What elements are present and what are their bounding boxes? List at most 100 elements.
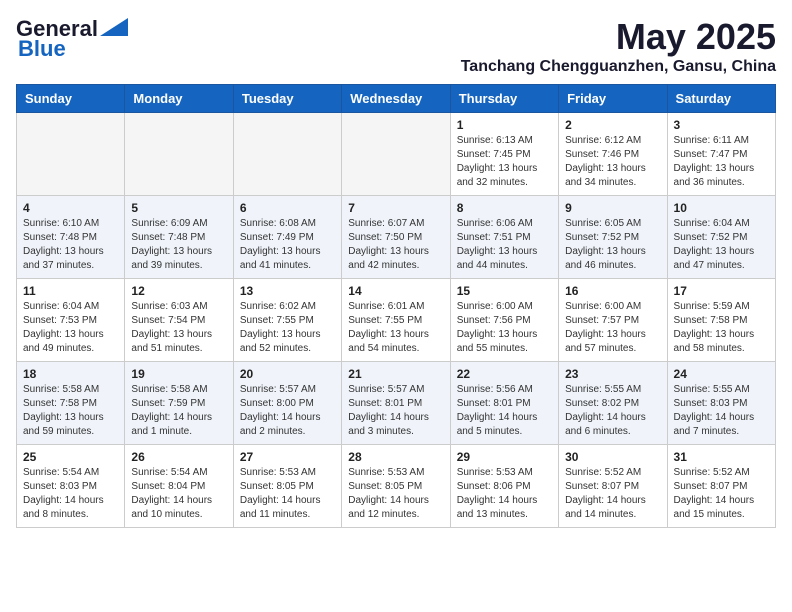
calendar-cell: 26 Sunrise: 5:54 AM Sunset: 8:04 PM Dayli… <box>125 445 233 528</box>
day-number: 21 <box>348 367 443 381</box>
day-info: Sunrise: 5:53 AM Sunset: 8:05 PM Dayligh… <box>240 466 335 522</box>
day-number: 5 <box>131 201 226 215</box>
day-info: Sunrise: 6:07 AM Sunset: 7:50 PM Dayligh… <box>348 217 443 273</box>
calendar-cell: 9Sunrise: 6:05 AM Sunset: 7:52 PM Daylig… <box>559 196 667 279</box>
day-info: Sunrise: 6:04 AM Sunset: 7:52 PM Dayligh… <box>674 217 769 273</box>
day-number: 16 <box>565 284 660 298</box>
day-number: 19 <box>131 367 226 381</box>
day-number: 7 <box>348 201 443 215</box>
header: General Blue May 2025 Tanchang Chengguan… <box>16 16 776 76</box>
calendar-cell: 18 Sunrise: 5:58 AM Sunset: 7:58 PM Dayli… <box>17 362 125 445</box>
day-info: Sunrise: 6:04 AM Sunset: 7:53 PM Dayligh… <box>23 300 118 356</box>
calendar-header-friday: Friday <box>559 85 667 113</box>
calendar-cell: 8 Sunrise: 6:06 AM Sunset: 7:51 PM Daylig… <box>450 196 558 279</box>
calendar-row-5: 25 Sunrise: 5:54 AM Sunset: 8:03 PM Dayli… <box>17 445 776 528</box>
calendar-cell: 11 Sunrise: 6:04 AM Sunset: 7:53 PM Dayli… <box>17 279 125 362</box>
day-info: Sunrise: 6:12 AM Sunset: 7:46 PM Dayligh… <box>565 134 660 190</box>
day-info: Sunrise: 5:53 AM Sunset: 8:05 PM Dayligh… <box>348 466 443 522</box>
calendar-cell: 21 Sunrise: 5:57 AM Sunset: 8:01 PM Dayli… <box>342 362 450 445</box>
day-number: 6 <box>240 201 335 215</box>
day-number: 25 <box>23 450 118 464</box>
calendar-cell: 31 Sunrise: 5:52 AM Sunset: 8:07 PM Dayli… <box>667 445 775 528</box>
day-info: Sunrise: 5:56 AM Sunset: 8:01 PM Dayligh… <box>457 383 552 439</box>
calendar-row-4: 18 Sunrise: 5:58 AM Sunset: 7:58 PM Dayli… <box>17 362 776 445</box>
day-info: Sunrise: 5:57 AM Sunset: 8:01 PM Dayligh… <box>348 383 443 439</box>
title-area: May 2025 Tanchang Chengguanzhen, Gansu, … <box>461 16 776 76</box>
calendar-cell: 25 Sunrise: 5:54 AM Sunset: 8:03 PM Dayli… <box>17 445 125 528</box>
day-info: Sunrise: 6:09 AM Sunset: 7:48 PM Dayligh… <box>131 217 226 273</box>
calendar-cell: 20 Sunrise: 5:57 AM Sunset: 8:00 PM Dayli… <box>233 362 341 445</box>
day-info: Sunrise: 6:11 AM Sunset: 7:47 PM Dayligh… <box>674 134 769 190</box>
calendar-cell: 24 Sunrise: 5:55 AM Sunset: 8:03 PM Dayli… <box>667 362 775 445</box>
day-info: Sunrise: 5:52 AM Sunset: 8:07 PM Dayligh… <box>674 466 769 522</box>
day-number: 10 <box>674 201 769 215</box>
calendar-cell <box>17 113 125 196</box>
calendar-header-tuesday: Tuesday <box>233 85 341 113</box>
day-info: Sunrise: 6:00 AM Sunset: 7:56 PM Dayligh… <box>457 300 552 356</box>
day-number: 13 <box>240 284 335 298</box>
day-number: 4 <box>23 201 118 215</box>
calendar-header-thursday: Thursday <box>450 85 558 113</box>
day-number: 1 <box>457 118 552 132</box>
calendar-cell: 22 Sunrise: 5:56 AM Sunset: 8:01 PM Dayli… <box>450 362 558 445</box>
day-info: Sunrise: 6:05 AM Sunset: 7:52 PM Dayligh… <box>565 217 660 273</box>
day-number: 8 <box>457 201 552 215</box>
calendar-cell: 27 Sunrise: 5:53 AM Sunset: 8:05 PM Dayli… <box>233 445 341 528</box>
day-info: Sunrise: 5:58 AM Sunset: 7:58 PM Dayligh… <box>23 383 118 439</box>
calendar-cell: 15 Sunrise: 6:00 AM Sunset: 7:56 PM Dayli… <box>450 279 558 362</box>
calendar-cell: 12Sunrise: 6:03 AM Sunset: 7:54 PM Dayli… <box>125 279 233 362</box>
day-info: Sunrise: 6:08 AM Sunset: 7:49 PM Dayligh… <box>240 217 335 273</box>
calendar-cell: 23Sunrise: 5:55 AM Sunset: 8:02 PM Dayli… <box>559 362 667 445</box>
day-info: Sunrise: 5:59 AM Sunset: 7:58 PM Dayligh… <box>674 300 769 356</box>
day-info: Sunrise: 5:58 AM Sunset: 7:59 PM Dayligh… <box>131 383 226 439</box>
day-info: Sunrise: 5:57 AM Sunset: 8:00 PM Dayligh… <box>240 383 335 439</box>
day-number: 11 <box>23 284 118 298</box>
day-info: Sunrise: 6:02 AM Sunset: 7:55 PM Dayligh… <box>240 300 335 356</box>
day-number: 27 <box>240 450 335 464</box>
calendar-cell: 2Sunrise: 6:12 AM Sunset: 7:46 PM Daylig… <box>559 113 667 196</box>
day-number: 26 <box>131 450 226 464</box>
day-info: Sunrise: 5:55 AM Sunset: 8:02 PM Dayligh… <box>565 383 660 439</box>
page-subtitle: Tanchang Chengguanzhen, Gansu, China <box>461 58 776 76</box>
day-info: Sunrise: 5:54 AM Sunset: 8:03 PM Dayligh… <box>23 466 118 522</box>
calendar-header-sunday: Sunday <box>17 85 125 113</box>
calendar-header-saturday: Saturday <box>667 85 775 113</box>
calendar-header-row: SundayMondayTuesdayWednesdayThursdayFrid… <box>17 85 776 113</box>
day-number: 18 <box>23 367 118 381</box>
day-info: Sunrise: 6:13 AM Sunset: 7:45 PM Dayligh… <box>457 134 552 190</box>
day-number: 3 <box>674 118 769 132</box>
day-number: 31 <box>674 450 769 464</box>
day-number: 20 <box>240 367 335 381</box>
calendar-cell: 1 Sunrise: 6:13 AM Sunset: 7:45 PM Daylig… <box>450 113 558 196</box>
day-number: 15 <box>457 284 552 298</box>
calendar-header-monday: Monday <box>125 85 233 113</box>
day-number: 24 <box>674 367 769 381</box>
day-info: Sunrise: 5:54 AM Sunset: 8:04 PM Dayligh… <box>131 466 226 522</box>
day-info: Sunrise: 5:55 AM Sunset: 8:03 PM Dayligh… <box>674 383 769 439</box>
day-info: Sunrise: 6:01 AM Sunset: 7:55 PM Dayligh… <box>348 300 443 356</box>
calendar-cell: 28 Sunrise: 5:53 AM Sunset: 8:05 PM Dayli… <box>342 445 450 528</box>
logo-blue: Blue <box>18 36 66 62</box>
logo: General Blue <box>16 16 128 62</box>
calendar-cell: 7 Sunrise: 6:07 AM Sunset: 7:50 PM Daylig… <box>342 196 450 279</box>
calendar-cell <box>233 113 341 196</box>
logo-arrow-icon <box>100 18 128 36</box>
page-title: May 2025 <box>461 16 776 58</box>
calendar-cell: 14 Sunrise: 6:01 AM Sunset: 7:55 PM Dayli… <box>342 279 450 362</box>
day-number: 17 <box>674 284 769 298</box>
day-info: Sunrise: 5:52 AM Sunset: 8:07 PM Dayligh… <box>565 466 660 522</box>
day-info: Sunrise: 6:00 AM Sunset: 7:57 PM Dayligh… <box>565 300 660 356</box>
day-info: Sunrise: 6:10 AM Sunset: 7:48 PM Dayligh… <box>23 217 118 273</box>
day-info: Sunrise: 6:06 AM Sunset: 7:51 PM Dayligh… <box>457 217 552 273</box>
day-number: 12 <box>131 284 226 298</box>
day-number: 14 <box>348 284 443 298</box>
calendar-table: SundayMondayTuesdayWednesdayThursdayFrid… <box>16 84 776 528</box>
day-number: 22 <box>457 367 552 381</box>
calendar-cell: 30Sunrise: 5:52 AM Sunset: 8:07 PM Dayli… <box>559 445 667 528</box>
day-info: Sunrise: 5:53 AM Sunset: 8:06 PM Dayligh… <box>457 466 552 522</box>
calendar-cell <box>125 113 233 196</box>
day-number: 28 <box>348 450 443 464</box>
calendar-row-1: 1 Sunrise: 6:13 AM Sunset: 7:45 PM Daylig… <box>17 113 776 196</box>
calendar-cell: 19 Sunrise: 5:58 AM Sunset: 7:59 PM Dayli… <box>125 362 233 445</box>
calendar-cell: 3 Sunrise: 6:11 AM Sunset: 7:47 PM Daylig… <box>667 113 775 196</box>
